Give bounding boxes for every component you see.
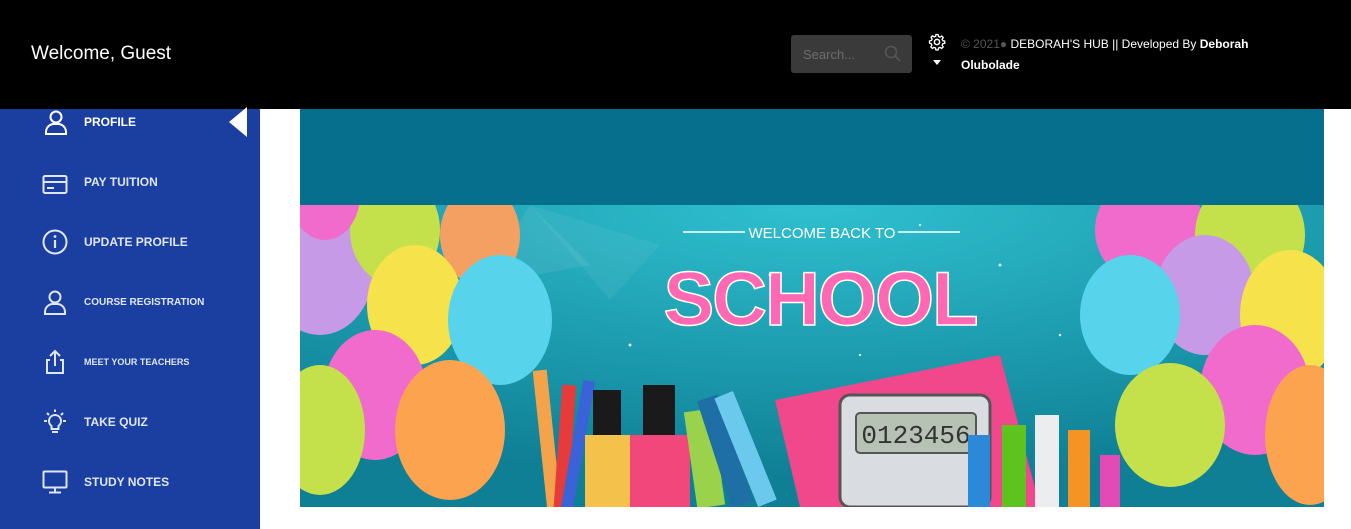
user-icon (45, 110, 67, 135)
copyright-text: © 2021● DEBORAH'S HUB || Developed By De… (961, 34, 1281, 76)
credit-card-icon (42, 175, 68, 194)
sidebar-item-study-notes[interactable]: STUDY NOTES (0, 469, 260, 509)
banner-header-band (300, 109, 1324, 205)
sidebar-item-label: PROFILE (84, 115, 137, 129)
user-icon (44, 290, 66, 315)
calculator-display: 0123456 (861, 421, 970, 451)
banner-subtitle: WELCOME BACK TO (749, 225, 896, 242)
banner-illustration: WELCOME BACK TO SCHOOL 0123456 (300, 205, 1324, 507)
sidebar-item-meet-your-teachers[interactable]: MEET YOUR TEACHERS (0, 349, 260, 389)
monitor-icon (42, 470, 68, 494)
top-header: Welcome, Guest © 2021● DEBORAH'S HUB || … (0, 0, 1351, 109)
copyright-prefix: © 2021 (961, 37, 1000, 51)
welcome-banner-image: WELCOME BACK TO SCHOOL 0123456 (300, 205, 1324, 507)
info-icon (42, 229, 68, 255)
sidebar-item-label: PAY TUITION (84, 175, 158, 189)
sidebar-item-label: UPDATE PROFILE (84, 235, 188, 249)
sidebar-item-course-registration[interactable]: COURSE REGISTRATION (0, 289, 260, 329)
sidebar-item-label: TAKE QUIZ (84, 415, 148, 429)
lightbulb-icon (44, 409, 66, 433)
chevron-down-icon[interactable] (933, 60, 941, 65)
search-icon[interactable] (884, 45, 901, 62)
gear-icon[interactable] (928, 33, 946, 51)
sidebar-item-label: STUDY NOTES (84, 475, 170, 489)
sidebar-item-label: MEET YOUR TEACHERS (84, 357, 190, 367)
sidebar-item-label: COURSE REGISTRATION (84, 297, 205, 308)
sidebar-item-take-quiz[interactable]: TAKE QUIZ (0, 409, 260, 449)
globe-icon: ● (999, 37, 1008, 51)
copyright-hub: DEBORAH'S HUB || Developed By (1010, 37, 1197, 51)
sidebar-item-profile[interactable]: PROFILE (0, 109, 260, 149)
share-icon (46, 349, 64, 374)
sidebar-item-pay-tuition[interactable]: PAY TUITION (0, 169, 260, 209)
sidebar-item-update-profile[interactable]: UPDATE PROFILE (0, 229, 260, 269)
active-indicator (229, 107, 247, 137)
banner-title: SCHOOL (663, 257, 977, 342)
scrollbar-track[interactable] (1324, 109, 1351, 529)
welcome-text: Welcome, Guest (31, 43, 172, 64)
sidebar: PROFILE PAY TUITION UPDATE PROFILE COURS… (0, 107, 260, 529)
